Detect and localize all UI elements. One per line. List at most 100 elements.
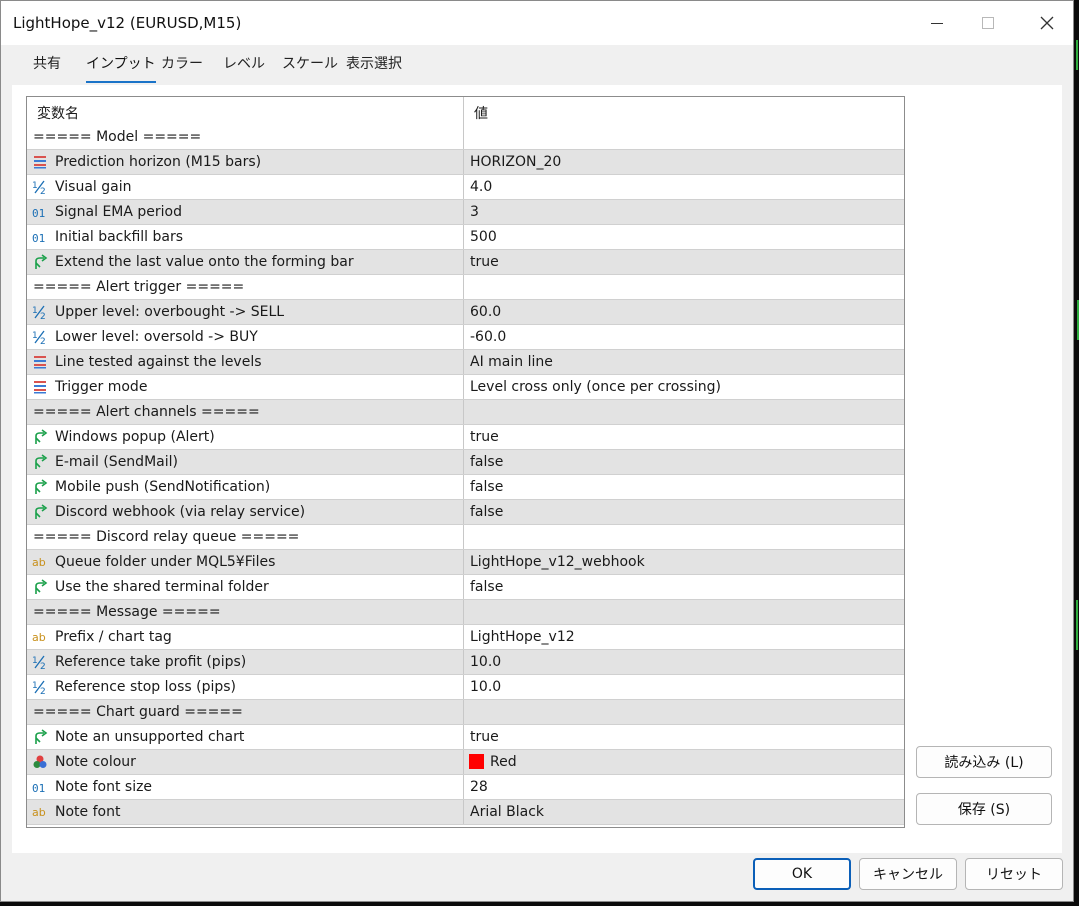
parameter-value: false: [470, 454, 504, 470]
parameter-value-cell[interactable]: false: [464, 575, 904, 599]
parameter-row[interactable]: Windows popup (Alert) true: [27, 425, 904, 450]
ab-text-icon: ab: [32, 804, 48, 820]
parameter-value-cell[interactable]: false: [464, 450, 904, 474]
parameter-row[interactable]: 1 2 Lower level: oversold -> BUY -60.0: [27, 325, 904, 350]
parameter-row[interactable]: E-mail (SendMail) false: [27, 450, 904, 475]
minimize-button[interactable]: [913, 1, 961, 45]
parameter-value-cell[interactable]: HORIZON_20: [464, 150, 904, 174]
parameter-name: ===== Alert trigger =====: [33, 279, 245, 295]
load-button[interactable]: 読み込み (L): [916, 746, 1052, 778]
parameter-value-cell[interactable]: Red: [464, 750, 904, 774]
parameter-value: LightHope_v12: [470, 629, 575, 645]
parameter-name: Note an unsupported chart: [55, 729, 245, 745]
group-header-row[interactable]: ===== Alert channels =====: [27, 400, 904, 425]
parameter-row[interactable]: 1 2 Visual gain 4.0: [27, 175, 904, 200]
tab-scale[interactable]: スケール: [282, 53, 338, 81]
parameter-value-cell[interactable]: Level cross only (once per crossing): [464, 375, 904, 399]
parameter-row[interactable]: Use the shared terminal folder false: [27, 575, 904, 600]
parameter-name-cell: 1 2 Lower level: oversold -> BUY: [27, 325, 464, 349]
parameter-row[interactable]: 1 2 Reference take profit (pips) 10.0: [27, 650, 904, 675]
branch-arrow-icon: [32, 729, 48, 745]
parameter-row[interactable]: Mobile push (SendNotification) false: [27, 475, 904, 500]
parameter-value-cell[interactable]: false: [464, 475, 904, 499]
parameter-row[interactable]: Line tested against the levels AI main li…: [27, 350, 904, 375]
parameter-name-cell: 1 2 Reference take profit (pips): [27, 650, 464, 674]
parameter-value-cell[interactable]: true: [464, 425, 904, 449]
parameter-row[interactable]: ab Queue folder under MQL5¥Files LightHope…: [27, 550, 904, 575]
parameter-row[interactable]: Discord webhook (via relay service) false: [27, 500, 904, 525]
tab-inputs[interactable]: インプット: [86, 53, 156, 83]
parameter-name-cell: ab Prefix / chart tag: [27, 625, 464, 649]
inputs-panel: 変数名 値 ===== Model ===== Prediction horizo…: [12, 85, 1062, 853]
parameter-name: Note font: [55, 804, 121, 820]
parameter-value-cell[interactable]: 60.0: [464, 300, 904, 324]
reset-button[interactable]: リセット: [965, 858, 1063, 890]
parameter-row[interactable]: 01 Signal EMA period 3: [27, 200, 904, 225]
parameter-value-cell[interactable]: LightHope_v12: [464, 625, 904, 649]
parameter-value-cell[interactable]: true: [464, 250, 904, 274]
parameter-value-cell[interactable]: 500: [464, 225, 904, 249]
parameter-name-cell: 01 Initial backfill bars: [27, 225, 464, 249]
parameter-value: Arial Black: [470, 804, 545, 820]
svg-text:01: 01: [32, 782, 45, 795]
parameter-row[interactable]: ab Prefix / chart tag LightHope_v12: [27, 625, 904, 650]
tab-colors[interactable]: カラー: [161, 53, 203, 81]
tab-common[interactable]: 共有: [33, 53, 61, 81]
parameter-value: true: [470, 729, 499, 745]
parameter-value: false: [470, 579, 504, 595]
parameter-row[interactable]: Extend the last value onto the forming b…: [27, 250, 904, 275]
parameter-name-cell: 1 2 Upper level: overbought -> SELL: [27, 300, 464, 324]
parameter-value-cell[interactable]: -60.0: [464, 325, 904, 349]
parameter-value-cell: [464, 525, 904, 549]
parameter-row[interactable]: Note an unsupported chart true: [27, 725, 904, 750]
parameter-name: Visual gain: [55, 179, 132, 195]
group-header-row[interactable]: ===== Alert trigger =====: [27, 275, 904, 300]
parameter-value-cell[interactable]: 4.0: [464, 175, 904, 199]
parameter-value-cell[interactable]: 10.0: [464, 675, 904, 699]
svg-text:ab: ab: [32, 806, 46, 819]
group-header-row[interactable]: ===== Model =====: [27, 125, 904, 150]
parameter-row[interactable]: 1 2 Reference stop loss (pips) 10.0: [27, 675, 904, 700]
tab-visualization[interactable]: 表示選択: [346, 53, 402, 81]
ok-button[interactable]: OK: [753, 858, 851, 890]
parameter-value-cell[interactable]: false: [464, 500, 904, 524]
parameter-value-cell[interactable]: LightHope_v12_webhook: [464, 550, 904, 574]
parameter-value-cell: [464, 125, 904, 149]
binary-01-icon: 01: [32, 204, 48, 220]
save-button[interactable]: 保存 (S): [916, 793, 1052, 825]
maximize-button[interactable]: [964, 1, 1012, 45]
svg-text:ab: ab: [32, 631, 46, 644]
parameter-row[interactable]: Trigger mode Level cross only (once per c…: [27, 375, 904, 400]
parameter-value-cell[interactable]: AI main line: [464, 350, 904, 374]
parameter-row[interactable]: Prediction horizon (M15 bars) HORIZON_20: [27, 150, 904, 175]
parameter-value-cell[interactable]: Arial Black: [464, 800, 904, 824]
parameter-value: Red: [490, 754, 517, 770]
column-header-name: 変数名: [37, 106, 79, 122]
group-header-row[interactable]: ===== Chart guard =====: [27, 700, 904, 725]
ab-text-icon: ab: [32, 629, 48, 645]
tab-levels[interactable]: レベル: [223, 53, 265, 81]
parameter-row[interactable]: 01 Note font size 28: [27, 775, 904, 800]
parameter-value-cell[interactable]: 3: [464, 200, 904, 224]
branch-arrow-icon: [32, 254, 48, 270]
cancel-button[interactable]: キャンセル: [859, 858, 957, 890]
group-header-row[interactable]: ===== Discord relay queue =====: [27, 525, 904, 550]
parameter-row[interactable]: 1 2 Upper level: overbought -> SELL 60.0: [27, 300, 904, 325]
branch-arrow-icon: [32, 429, 48, 445]
parameter-value: HORIZON_20: [470, 154, 562, 170]
parameter-name-cell: Windows popup (Alert): [27, 425, 464, 449]
group-header-row[interactable]: ===== Message =====: [27, 600, 904, 625]
parameter-value-cell[interactable]: 10.0: [464, 650, 904, 674]
parameter-row[interactable]: 01 Initial backfill bars 500: [27, 225, 904, 250]
parameter-name: Note font size: [55, 779, 153, 795]
close-button[interactable]: [1023, 1, 1071, 45]
parameter-value: 60.0: [470, 304, 502, 320]
parameter-value-cell[interactable]: true: [464, 725, 904, 749]
parameter-name: Reference take profit (pips): [55, 654, 247, 670]
svg-text:2: 2: [40, 312, 46, 320]
parameter-name: Line tested against the levels: [55, 354, 262, 370]
fraction-icon: 12: [32, 304, 48, 322]
parameter-row[interactable]: Note colour Red: [27, 750, 904, 775]
parameter-row[interactable]: ab Note font Arial Black: [27, 800, 904, 825]
parameter-value-cell[interactable]: 28: [464, 775, 904, 799]
